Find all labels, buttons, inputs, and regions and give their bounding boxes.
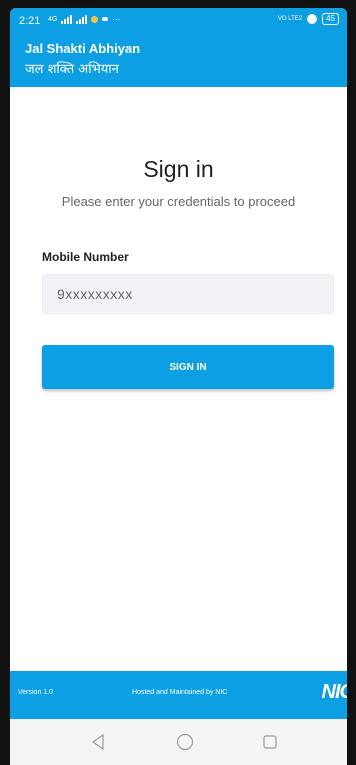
status-time: 2:21	[19, 15, 41, 27]
mobile-number-input[interactable]	[42, 274, 334, 314]
app-screen: 2:21 4G ··· VO LTE2 45 Jal Shakti Abhiya…	[10, 8, 347, 765]
volte-label: VO LTE2	[277, 16, 303, 22]
recents-square-icon[interactable]	[263, 735, 277, 754]
alarm-icon	[307, 14, 318, 24]
status-bar: 2:21 4G ··· VO LTE2 45	[10, 8, 347, 34]
hosted-by-label: Hosted and Maintained by NIC	[132, 689, 228, 696]
status-left-icons: 4G ···	[48, 14, 120, 24]
signal-icon-2	[76, 14, 88, 24]
system-nav-bar	[10, 719, 347, 765]
page-title: Sign in	[143, 156, 214, 182]
app-footer: Version 1.0 Hosted and Maintained by NIC…	[10, 671, 347, 719]
app-subtitle: जल शक्ति अभियान	[25, 62, 119, 77]
status-right-icons: VO LTE2 45	[278, 13, 339, 25]
page-subtitle: Please enter your credentials to proceed	[61, 194, 296, 209]
app-notification-icon	[91, 15, 99, 23]
battery-icon: 45	[322, 13, 339, 25]
more-notifications-icon: ···	[112, 14, 121, 24]
app-title: Jal Shakti Abhiyan	[25, 41, 141, 56]
home-circle-icon[interactable]	[176, 733, 194, 756]
mobile-number-label: Mobile Number	[42, 250, 129, 264]
sign-in-button[interactable]: SIGN IN	[42, 345, 334, 389]
network-type-label: 4G	[48, 15, 58, 23]
signal-icon	[61, 14, 73, 24]
version-label: Version 1.0	[18, 689, 54, 696]
phone-frame: 2:21 4G ··· VO LTE2 45 Jal Shakti Abhiya…	[0, 0, 356, 765]
back-triangle-icon[interactable]	[91, 733, 105, 755]
app-header: 2:21 4G ··· VO LTE2 45 Jal Shakti Abhiya…	[10, 8, 347, 87]
app-notification-icon-2	[102, 17, 109, 21]
nic-logo: NIC	[321, 681, 347, 703]
